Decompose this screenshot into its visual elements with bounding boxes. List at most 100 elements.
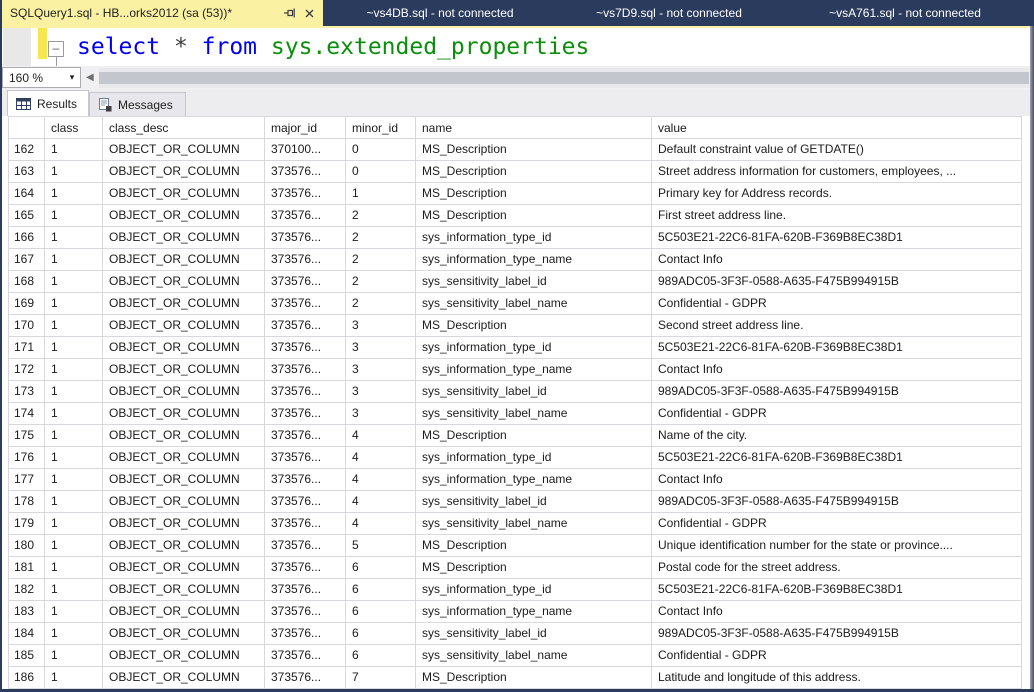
grid-cell[interactable]: 5 bbox=[346, 535, 416, 557]
grid-cell[interactable]: 373576... bbox=[265, 425, 346, 447]
grid-cell[interactable]: 1 bbox=[45, 513, 103, 535]
grid-cell[interactable]: 373576... bbox=[265, 227, 346, 249]
grid-cell[interactable]: OBJECT_OR_COLUMN bbox=[103, 645, 265, 667]
column-header[interactable]: major_id bbox=[265, 116, 346, 139]
grid-cell[interactable]: OBJECT_OR_COLUMN bbox=[103, 337, 265, 359]
column-header[interactable]: value bbox=[652, 116, 1022, 139]
grid-cell[interactable]: Contact Info bbox=[652, 469, 1022, 491]
row-header[interactable]: 186 bbox=[8, 667, 45, 689]
grid-cell[interactable]: MS_Description bbox=[416, 557, 652, 579]
grid-cell[interactable]: 1 bbox=[45, 359, 103, 381]
grid-cell[interactable]: 373576... bbox=[265, 623, 346, 645]
row-header[interactable]: 170 bbox=[8, 315, 45, 337]
grid-cell[interactable]: Default constraint value of GETDATE() bbox=[652, 139, 1022, 161]
grid-cell[interactable]: MS_Description bbox=[416, 315, 652, 337]
grid-cell[interactable]: 1 bbox=[45, 403, 103, 425]
grid-cell[interactable]: OBJECT_OR_COLUMN bbox=[103, 557, 265, 579]
grid-cell[interactable]: 373576... bbox=[265, 249, 346, 271]
grid-cell[interactable]: Contact Info bbox=[652, 359, 1022, 381]
row-header[interactable]: 183 bbox=[8, 601, 45, 623]
grid-cell[interactable]: 1 bbox=[45, 491, 103, 513]
grid-cell[interactable]: 373576... bbox=[265, 535, 346, 557]
grid-cell[interactable]: 2 bbox=[346, 271, 416, 293]
grid-cell[interactable]: 373576... bbox=[265, 667, 346, 689]
grid-cell[interactable]: 3 bbox=[346, 337, 416, 359]
row-header[interactable]: 164 bbox=[8, 183, 45, 205]
grid-cell[interactable]: 373576... bbox=[265, 469, 346, 491]
outline-collapse-icon[interactable]: – bbox=[48, 41, 64, 57]
row-header[interactable]: 173 bbox=[8, 381, 45, 403]
row-header[interactable]: 177 bbox=[8, 469, 45, 491]
grid-cell[interactable]: 373576... bbox=[265, 337, 346, 359]
grid-cell[interactable]: Postal code for the street address. bbox=[652, 557, 1022, 579]
grid-cell[interactable]: Confidential - GDPR bbox=[652, 645, 1022, 667]
code-line[interactable]: select * from sys.extended_properties bbox=[77, 29, 589, 65]
tab-vs7d9[interactable]: ~vs7D9.sql - not connected bbox=[553, 0, 785, 26]
row-header[interactable]: 171 bbox=[8, 337, 45, 359]
grid-cell[interactable]: sys_sensitivity_label_name bbox=[416, 403, 652, 425]
grid-cell[interactable]: 5C503E21-22C6-81FA-620B-F369B8EC38D1 bbox=[652, 579, 1022, 601]
grid-cell[interactable]: 373576... bbox=[265, 645, 346, 667]
grid-cell[interactable]: sys_information_type_id bbox=[416, 447, 652, 469]
grid-cell[interactable]: OBJECT_OR_COLUMN bbox=[103, 667, 265, 689]
grid-cell[interactable]: OBJECT_OR_COLUMN bbox=[103, 491, 265, 513]
row-header[interactable]: 174 bbox=[8, 403, 45, 425]
grid-cell[interactable]: 6 bbox=[346, 645, 416, 667]
grid-cell[interactable]: 1 bbox=[45, 447, 103, 469]
row-header[interactable]: 178 bbox=[8, 491, 45, 513]
grid-cell[interactable]: OBJECT_OR_COLUMN bbox=[103, 513, 265, 535]
grid-cell[interactable]: 6 bbox=[346, 601, 416, 623]
column-header[interactable]: name bbox=[416, 116, 652, 139]
grid-cell[interactable]: sys_information_type_name bbox=[416, 359, 652, 381]
grid-cell[interactable]: 1 bbox=[45, 293, 103, 315]
row-header[interactable]: 182 bbox=[8, 579, 45, 601]
grid-cell[interactable]: OBJECT_OR_COLUMN bbox=[103, 535, 265, 557]
grid-cell[interactable]: 1 bbox=[45, 381, 103, 403]
grid-cell[interactable]: MS_Description bbox=[416, 183, 652, 205]
horizontal-scrollbar-track[interactable] bbox=[99, 68, 1029, 88]
grid-cell[interactable]: 1 bbox=[45, 557, 103, 579]
grid-cell[interactable]: 373576... bbox=[265, 205, 346, 227]
tab-results[interactable]: Results bbox=[7, 90, 89, 116]
grid-cell[interactable]: sys_sensitivity_label_id bbox=[416, 623, 652, 645]
grid-cell[interactable]: 5C503E21-22C6-81FA-620B-F369B8EC38D1 bbox=[652, 447, 1022, 469]
grid-cell[interactable]: sys_sensitivity_label_id bbox=[416, 271, 652, 293]
grid-cell[interactable]: Contact Info bbox=[652, 249, 1022, 271]
tab-messages[interactable]: Messages bbox=[89, 92, 186, 116]
column-header[interactable]: class_desc bbox=[103, 116, 265, 139]
row-header[interactable]: 169 bbox=[8, 293, 45, 315]
grid-cell[interactable]: sys_sensitivity_label_name bbox=[416, 513, 652, 535]
grid-cell[interactable]: 373576... bbox=[265, 359, 346, 381]
tab-vsa761[interactable]: ~vsA761.sql - not connected bbox=[785, 0, 1025, 26]
grid-cell[interactable]: Street address information for customers… bbox=[652, 161, 1022, 183]
grid-cell[interactable]: Primary key for Address records. bbox=[652, 183, 1022, 205]
grid-cell[interactable]: OBJECT_OR_COLUMN bbox=[103, 249, 265, 271]
grid-cell[interactable]: 2 bbox=[346, 205, 416, 227]
grid-cell[interactable]: sys_sensitivity_label_id bbox=[416, 491, 652, 513]
grid-cell[interactable]: 373576... bbox=[265, 293, 346, 315]
grid-cell[interactable]: sys_information_type_name bbox=[416, 249, 652, 271]
grid-cell[interactable]: 1 bbox=[45, 205, 103, 227]
row-header[interactable]: 165 bbox=[8, 205, 45, 227]
horizontal-scrollbar-thumb[interactable] bbox=[99, 72, 1029, 84]
grid-cell[interactable]: 3 bbox=[346, 403, 416, 425]
grid-cell[interactable]: 1 bbox=[346, 183, 416, 205]
grid-cell[interactable]: OBJECT_OR_COLUMN bbox=[103, 623, 265, 645]
grid-cell[interactable]: sys_information_type_name bbox=[416, 601, 652, 623]
grid-cell[interactable]: 5C503E21-22C6-81FA-620B-F369B8EC38D1 bbox=[652, 337, 1022, 359]
grid-cell[interactable]: 0 bbox=[346, 139, 416, 161]
grid-cell[interactable]: 2 bbox=[346, 227, 416, 249]
grid-cell[interactable]: 373576... bbox=[265, 601, 346, 623]
grid-cell[interactable]: 1 bbox=[45, 183, 103, 205]
grid-cell[interactable]: sys_information_type_name bbox=[416, 469, 652, 491]
grid-cell[interactable]: 1 bbox=[45, 667, 103, 689]
grid-cell[interactable]: 1 bbox=[45, 227, 103, 249]
grid-cell[interactable]: 373576... bbox=[265, 381, 346, 403]
row-header[interactable]: 180 bbox=[8, 535, 45, 557]
grid-cell[interactable]: OBJECT_OR_COLUMN bbox=[103, 227, 265, 249]
tab-vs4db[interactable]: ~vs4DB.sql - not connected bbox=[327, 0, 553, 26]
grid-cell[interactable]: 373576... bbox=[265, 403, 346, 425]
grid-cell[interactable]: MS_Description bbox=[416, 425, 652, 447]
grid-cell[interactable]: 7 bbox=[346, 667, 416, 689]
grid-cell[interactable]: sys_sensitivity_label_name bbox=[416, 645, 652, 667]
